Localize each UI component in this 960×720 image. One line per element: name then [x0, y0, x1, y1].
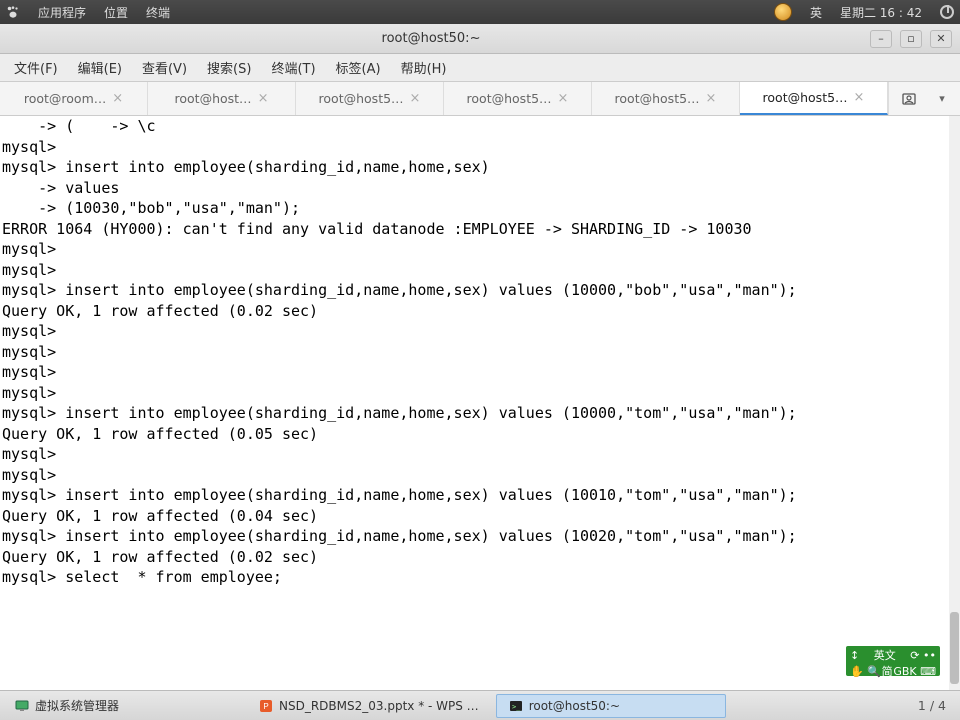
workspace-indicator[interactable]: 1 / 4	[904, 698, 960, 713]
menu-help[interactable]: 帮助(H)	[391, 54, 457, 81]
terminal-tab[interactable]: root@host5… ×	[444, 82, 592, 115]
window-maximize-button[interactable]: ▫	[900, 30, 922, 48]
terminal-line: Query OK, 1 row affected (0.04 sec)	[2, 506, 958, 527]
terminal-line: Query OK, 1 row affected (0.05 sec)	[2, 424, 958, 445]
tab-label: root@host…	[175, 91, 252, 106]
terminal-tabbar: root@room… × root@host… × root@host5… × …	[0, 82, 960, 116]
tab-dropdown-button[interactable]: ▾	[928, 82, 956, 115]
tab-close-icon[interactable]: ×	[558, 91, 569, 106]
terminal-output[interactable]: -> ( -> \cmysql>mysql> insert into emplo…	[0, 116, 960, 690]
window-titlebar: root@host50:~ – ▫ ✕	[0, 24, 960, 54]
terminal-line: mysql>	[2, 362, 958, 383]
window-minimize-button[interactable]: –	[870, 30, 892, 48]
power-icon[interactable]	[940, 5, 954, 19]
tab-close-icon[interactable]: ×	[112, 91, 123, 106]
taskbar-item-virt-manager[interactable]: 虚拟系统管理器	[2, 694, 242, 718]
terminal-tab[interactable]: root@host… ×	[148, 82, 296, 115]
terminal-line: -> (10030,"bob","usa","man");	[2, 198, 958, 219]
terminal-tab[interactable]: root@host5… ×	[296, 82, 444, 115]
terminal-icon: >_	[509, 699, 523, 713]
ime-encoding-label[interactable]: GBK ⌨	[893, 665, 936, 678]
terminal-line: mysql> select * from employee;	[2, 567, 958, 588]
clock[interactable]: 星期二 16 : 42	[840, 4, 922, 21]
ime-arrow-icon[interactable]: ↕	[850, 649, 859, 662]
svg-text:>_: >_	[512, 703, 521, 711]
menu-places[interactable]: 位置	[104, 4, 128, 21]
bottom-panel: 虚拟系统管理器 P NSD_RDBMS2_03.pptx * - WPS … >…	[0, 690, 960, 720]
terminal-line: mysql> insert into employee(sharding_id,…	[2, 526, 958, 547]
terminal-tab[interactable]: root@host5… ×	[592, 82, 740, 115]
terminal-line: mysql>	[2, 465, 958, 486]
taskbar-item-wps[interactable]: P NSD_RDBMS2_03.pptx * - WPS …	[246, 694, 492, 718]
menu-terminal[interactable]: 终端	[146, 4, 170, 21]
window-title: root@host50:~	[0, 31, 862, 46]
terminal-line: mysql> insert into employee(sharding_id,…	[2, 280, 958, 301]
terminal-line: mysql>	[2, 342, 958, 363]
taskbar-item-terminal[interactable]: >_ root@host50:~	[496, 694, 726, 718]
menu-search[interactable]: 搜索(S)	[197, 54, 261, 81]
terminal-line: mysql>	[2, 137, 958, 158]
terminal-line: mysql>	[2, 444, 958, 465]
terminal-line: -> ( -> \c	[2, 116, 958, 137]
wps-presentation-icon: P	[259, 699, 273, 713]
gnome-foot-icon	[6, 5, 20, 19]
tab-close-icon[interactable]: ×	[410, 91, 421, 106]
taskbar-label: 虚拟系统管理器	[35, 697, 119, 714]
terminal-line: mysql>	[2, 260, 958, 281]
tab-label: root@host5…	[763, 90, 848, 105]
terminal-tab[interactable]: root@room… ×	[0, 82, 148, 115]
terminal-line: mysql>	[2, 239, 958, 260]
terminal-tab-active[interactable]: root@host5… ×	[740, 82, 888, 115]
tab-profile-button[interactable]	[888, 82, 928, 115]
scrollbar[interactable]	[949, 116, 960, 690]
tab-label: root@host5…	[615, 91, 700, 106]
terminal-line: Query OK, 1 row affected (0.02 sec)	[2, 547, 958, 568]
tab-label: root@room…	[24, 91, 106, 106]
tab-close-icon[interactable]: ×	[258, 91, 269, 106]
tab-label: root@host5…	[319, 91, 404, 106]
tab-label: root@host5…	[467, 91, 552, 106]
terminal-line: ERROR 1064 (HY000): can't find any valid…	[2, 219, 958, 240]
menu-tabs[interactable]: 标签(A)	[326, 54, 391, 81]
terminal-line: mysql>	[2, 383, 958, 404]
terminal-line: Query OK, 1 row affected (0.02 sec)	[2, 301, 958, 322]
terminal-line: mysql> insert into employee(sharding_id,…	[2, 485, 958, 506]
input-language-indicator[interactable]: 英	[810, 4, 822, 21]
ime-panel[interactable]: ↕ 英文 ⟳ •• ✋ 🔍 简 GBK ⌨	[846, 646, 940, 676]
terminal-line: mysql> insert into employee(sharding_id,…	[2, 157, 958, 178]
menubar: 文件(F) 编辑(E) 查看(V) 搜索(S) 终端(T) 标签(A) 帮助(H…	[0, 54, 960, 82]
ime-cycle-icon[interactable]: ⟳ ••	[910, 649, 936, 662]
scrollbar-thumb[interactable]	[950, 612, 959, 684]
menu-edit[interactable]: 编辑(E)	[68, 54, 132, 81]
top-panel: 应用程序 位置 终端 英 星期二 16 : 42	[0, 0, 960, 24]
menu-view[interactable]: 查看(V)	[132, 54, 197, 81]
terminal-line: mysql>	[2, 321, 958, 342]
tab-close-icon[interactable]: ×	[706, 91, 717, 106]
status-app-icon[interactable]	[774, 3, 792, 21]
svg-text:P: P	[263, 702, 268, 711]
window-close-button[interactable]: ✕	[930, 30, 952, 48]
menu-applications[interactable]: 应用程序	[38, 4, 86, 21]
taskbar-label: NSD_RDBMS2_03.pptx * - WPS …	[279, 699, 479, 713]
terminal-line: mysql> insert into employee(sharding_id,…	[2, 403, 958, 424]
terminal-line: -> values	[2, 178, 958, 199]
ime-tools-icons[interactable]: ✋ 🔍	[850, 665, 881, 678]
menu-file[interactable]: 文件(F)	[4, 54, 68, 81]
tab-close-icon[interactable]: ×	[854, 90, 865, 105]
ime-mode-label: 英文	[874, 647, 896, 663]
virt-manager-icon	[15, 699, 29, 713]
ime-charset-label: 简	[882, 663, 893, 679]
taskbar-label: root@host50:~	[529, 699, 620, 713]
menu-terminal[interactable]: 终端(T)	[261, 54, 325, 81]
